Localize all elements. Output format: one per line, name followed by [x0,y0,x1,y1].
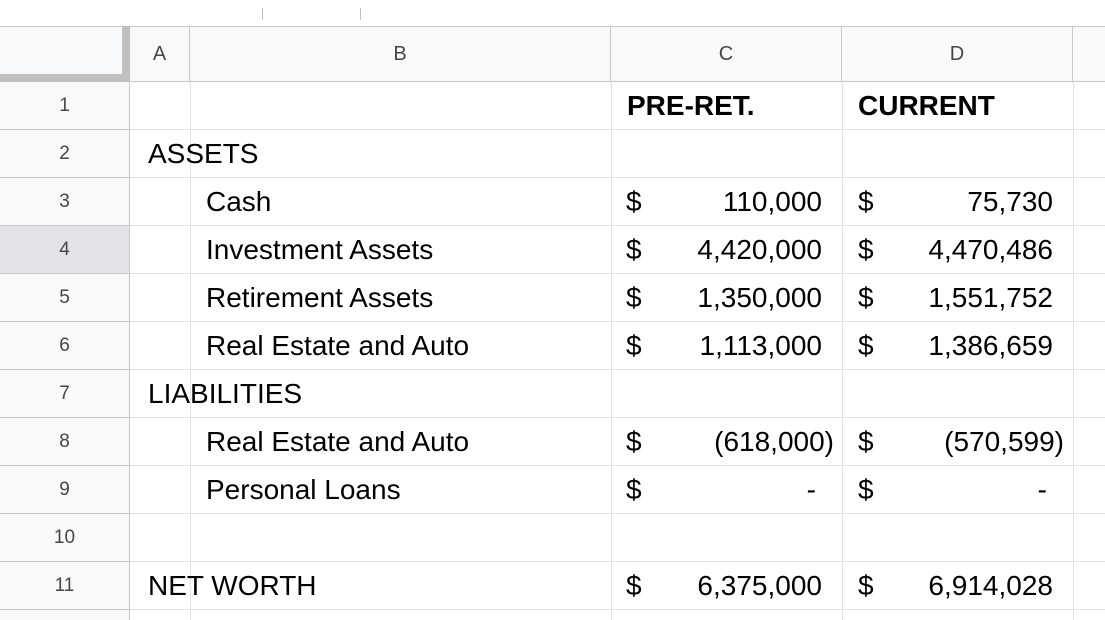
column-header-c[interactable]: C [611,26,842,82]
row-header[interactable]: 5 [0,274,130,322]
cell-c3-currency[interactable]: $ [626,178,642,226]
cell-d1[interactable]: CURRENT [858,82,995,130]
column-header-e-partial[interactable] [1073,26,1105,82]
toolbar-divider [360,8,361,20]
cell-d6-value[interactable]: 1,386,659 [928,322,1053,370]
cell-d8-value[interactable]: (570,599) [944,418,1064,466]
cell-c11-currency[interactable]: $ [626,562,642,610]
cell-d9-value[interactable]: - [1038,466,1047,514]
column-header-b[interactable]: B [190,26,611,82]
cell-c8-value[interactable]: (618,000) [714,418,834,466]
cell-a11[interactable]: NET WORTH [148,562,317,610]
cell-c4-value[interactable]: 4,420,000 [697,226,822,274]
cell-d11-value[interactable]: 6,914,028 [928,562,1053,610]
cell-d4-currency[interactable]: $ [858,226,874,274]
cell-d11-currency[interactable]: $ [858,562,874,610]
row-header[interactable]: 6 [0,322,130,370]
row-header[interactable]: 8 [0,418,130,466]
cell-b8[interactable]: Real Estate and Auto [206,418,469,466]
cell-c9-value[interactable]: - [807,466,816,514]
cell-d4-value[interactable]: 4,470,486 [928,226,1053,274]
row-header-partial[interactable] [0,610,130,620]
cell-c1[interactable]: PRE-RET. [627,82,755,130]
cell-c4-currency[interactable]: $ [626,226,642,274]
cell-c9-currency[interactable]: $ [626,466,642,514]
cell-d6-currency[interactable]: $ [858,322,874,370]
row-header[interactable]: 9 [0,466,130,514]
cell-b6[interactable]: Real Estate and Auto [206,322,469,370]
row-header-selected[interactable]: 4 [0,226,130,274]
row-header[interactable]: 2 [0,130,130,178]
cell-c11-value[interactable]: 6,375,000 [697,562,822,610]
cell-d8-currency[interactable]: $ [858,418,874,466]
cell-b9[interactable]: Personal Loans [206,466,401,514]
cell-c3-value[interactable]: 110,000 [723,178,822,226]
column-header-d[interactable]: D [842,26,1073,82]
row-freeze-handle[interactable] [0,74,130,82]
toolbar-divider [262,8,263,20]
cell-d3-value[interactable]: 75,730 [967,178,1053,226]
cell-d9-currency[interactable]: $ [858,466,874,514]
row-header[interactable]: 7 [0,370,130,418]
cell-c6-currency[interactable]: $ [626,322,642,370]
cell-b5[interactable]: Retirement Assets [206,274,433,322]
cell-b3[interactable]: Cash [206,178,271,226]
row-header[interactable]: 1 [0,82,130,130]
row-header[interactable]: 11 [0,562,130,610]
cell-a2[interactable]: ASSETS [148,130,258,178]
cell-c6-value[interactable]: 1,113,000 [700,322,823,370]
cell-b4[interactable]: Investment Assets [206,226,433,274]
column-header-a[interactable]: A [130,26,190,82]
row-header[interactable]: 3 [0,178,130,226]
cell-a7[interactable]: LIABILITIES [148,370,302,418]
cell-d3-currency[interactable]: $ [858,178,874,226]
cell-c8-currency[interactable]: $ [626,418,642,466]
cell-c5-value[interactable]: 1,350,000 [697,274,822,322]
row-header[interactable]: 10 [0,514,130,562]
toolbar-remnant: ˇ [0,0,1105,26]
cell-d5-value[interactable]: 1,551,752 [928,274,1053,322]
cell-d5-currency[interactable]: $ [858,274,874,322]
toolbar-icon-fragment: ˇ [288,0,294,14]
cell-c5-currency[interactable]: $ [626,274,642,322]
